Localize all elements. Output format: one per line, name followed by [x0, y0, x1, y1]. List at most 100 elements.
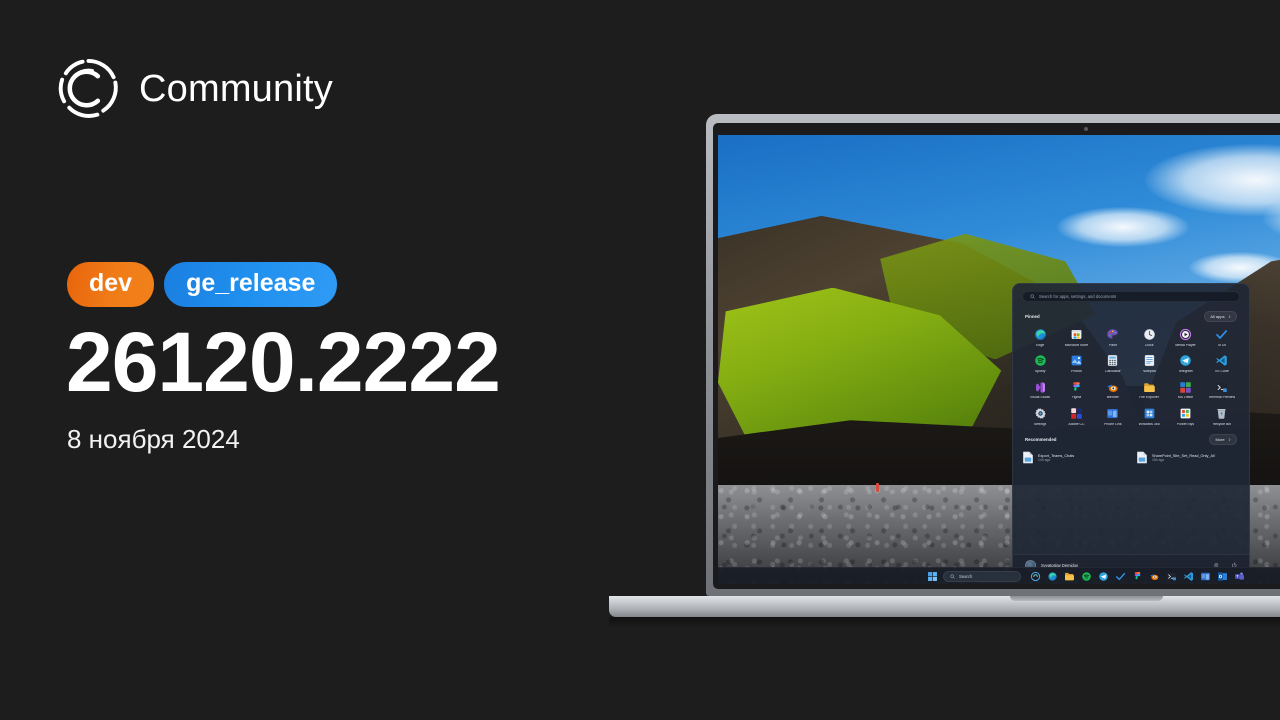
- settings-gear-icon: [1034, 408, 1046, 419]
- pinned-app-figma[interactable]: Figma: [1058, 381, 1094, 400]
- pinned-app-windows-365[interactable]: Windows 365: [1131, 407, 1167, 426]
- visual-studio-icon: [1035, 381, 1045, 393]
- document-icon: [1023, 452, 1033, 464]
- start-menu[interactable]: Search for apps, settings, and documents…: [1012, 283, 1250, 577]
- clock-icon: [1143, 329, 1155, 340]
- pinned-app-notepad[interactable]: Notepad: [1131, 354, 1167, 373]
- pinned-app-calculator[interactable]: Calculator: [1095, 354, 1131, 373]
- pinned-app-recycle-bin[interactable]: Recycle Bin: [1204, 407, 1240, 426]
- laptop-mockup: Search for apps, settings, and documents…: [609, 114, 1280, 628]
- powertoys-icon: [1180, 408, 1191, 419]
- pinned-header: Pinned All apps: [1022, 311, 1240, 322]
- ms-office-icon: [1180, 381, 1191, 393]
- badge-branch-ge-release: ge_release: [164, 262, 338, 307]
- taskbar-search-box[interactable]: Search: [943, 570, 1021, 582]
- pinned-app-clock[interactable]: Clock: [1131, 328, 1167, 347]
- document-icon: [1137, 452, 1147, 464]
- all-apps-label: All apps: [1210, 314, 1225, 319]
- pinned-app-file-explorer[interactable]: File Explorer: [1131, 381, 1167, 400]
- windows-start-icon[interactable]: [927, 571, 938, 582]
- vs-code-icon: [1216, 355, 1228, 366]
- search-icon: [1030, 294, 1035, 299]
- badge-channel-dev: dev: [67, 262, 155, 307]
- copilot-icon[interactable]: [1030, 571, 1041, 582]
- to-do-icon[interactable]: [1115, 571, 1126, 582]
- pinned-app-media-player[interactable]: Media Player: [1167, 328, 1203, 347]
- brand-title: Community: [139, 67, 333, 110]
- pinned-app-terminal-preview[interactable]: Terminal Preview: [1204, 381, 1240, 400]
- telegram-icon[interactable]: [1098, 571, 1109, 582]
- spotify-icon: [1034, 355, 1046, 367]
- pinned-app-microsoft-store[interactable]: Microsoft Store: [1058, 328, 1094, 347]
- taskbar-search-label: Search: [959, 573, 973, 579]
- pinned-app-edge[interactable]: Edge: [1022, 328, 1058, 347]
- paint-icon: [1107, 329, 1119, 339]
- laptop-lid: Search for apps, settings, and documents…: [706, 114, 1280, 596]
- media-player-icon: [1179, 328, 1192, 341]
- laptop-base: [609, 596, 1280, 617]
- pinned-app-photos[interactable]: Photos: [1058, 354, 1094, 373]
- blender-icon: [1107, 384, 1118, 392]
- telegram-icon: [1180, 355, 1191, 367]
- pinned-app-ms-office[interactable]: MS Office: [1167, 381, 1203, 400]
- photos-icon: [1071, 355, 1082, 366]
- laptop-base-shadow: [609, 617, 1280, 628]
- terminal-preview-icon[interactable]: [1166, 571, 1177, 582]
- pinned-app-settings[interactable]: Settings: [1022, 407, 1058, 426]
- figma-icon[interactable]: [1132, 571, 1143, 582]
- recommended-item[interactable]: SharePoint_Site_Set_Read_Only_All 15h ag…: [1136, 451, 1240, 464]
- to-do-icon: [1216, 330, 1228, 339]
- taskbar-app-icons: T: [1030, 571, 1245, 582]
- build-number: 26120.2222: [66, 315, 501, 409]
- outlook-icon[interactable]: [1217, 571, 1228, 582]
- pinned-app-paint[interactable]: Paint: [1095, 328, 1131, 347]
- pinned-app-to-do[interactable]: To Do: [1204, 328, 1240, 347]
- recommended-item[interactable]: Export_Teams_Chats 14h ago: [1022, 451, 1126, 464]
- recommended-more-button[interactable]: More: [1209, 434, 1237, 446]
- pinned-apps-grid: Edge Microsoft Store Paint Clock Media P…: [1022, 328, 1240, 426]
- taskbar: Search T: [718, 567, 1280, 584]
- pinned-app-blender[interactable]: Blender: [1095, 381, 1131, 400]
- community-c-logo-icon: [57, 57, 120, 120]
- microsoft-store-icon: [1071, 330, 1082, 339]
- recommended-heading: Recommended: [1025, 437, 1057, 443]
- recommended-item-time: 15h ago: [1152, 457, 1165, 462]
- pinned-app-phone-link[interactable]: Phone Link: [1095, 407, 1131, 426]
- calculator-icon: [1108, 355, 1118, 367]
- edge-icon: [1034, 329, 1046, 340]
- edge-icon[interactable]: [1047, 571, 1058, 582]
- pinned-app-telegram[interactable]: Telegram: [1167, 354, 1203, 373]
- recommended-list: Export_Teams_Chats 14h ago SharePoint_Si…: [1022, 451, 1240, 464]
- teams-icon[interactable]: T: [1234, 571, 1245, 582]
- all-apps-button[interactable]: All apps: [1204, 311, 1237, 322]
- search-icon: [950, 574, 955, 579]
- file-explorer-icon[interactable]: [1064, 571, 1075, 582]
- pinned-app-spotify[interactable]: Spotify: [1022, 354, 1058, 373]
- vs-code-icon[interactable]: [1183, 571, 1194, 582]
- start-search-input[interactable]: Search for apps, settings, and documents: [1022, 291, 1240, 302]
- laptop-bezel: Search for apps, settings, and documents…: [713, 123, 1280, 589]
- recommended-item-time: 14h ago: [1038, 457, 1051, 462]
- pinned-app-vs-code[interactable]: VS Code: [1204, 354, 1240, 373]
- start-search-placeholder: Search for apps, settings, and documents: [1039, 294, 1117, 299]
- brand-header: Community: [57, 57, 333, 120]
- phone-link-icon: [1107, 409, 1119, 418]
- phone-link-icon[interactable]: [1200, 571, 1211, 582]
- spotify-icon[interactable]: [1081, 571, 1092, 582]
- file-explorer-icon: [1143, 382, 1155, 392]
- adobe-cc-icon: [1071, 408, 1082, 419]
- pinned-app-adobe-cc[interactable]: Adobe CC: [1058, 407, 1094, 426]
- recommended-header: Recommended More: [1022, 434, 1240, 446]
- chevron-right-icon: [1228, 438, 1231, 442]
- release-badges: dev ge_release: [67, 262, 338, 307]
- windows-365-icon: [1144, 408, 1155, 419]
- pinned-app-visual-studio[interactable]: Visual Studio: [1022, 381, 1058, 400]
- pinned-app-powertoys[interactable]: PowerToys: [1167, 407, 1203, 426]
- recycle-bin-icon: [1217, 409, 1226, 419]
- more-label: More: [1215, 437, 1225, 443]
- laptop-screen: Search for apps, settings, and documents…: [718, 135, 1280, 584]
- notepad-icon: [1144, 355, 1154, 367]
- figma-icon: [1073, 381, 1080, 391]
- wallpaper-person: [876, 482, 880, 492]
- blender-icon[interactable]: [1149, 571, 1160, 582]
